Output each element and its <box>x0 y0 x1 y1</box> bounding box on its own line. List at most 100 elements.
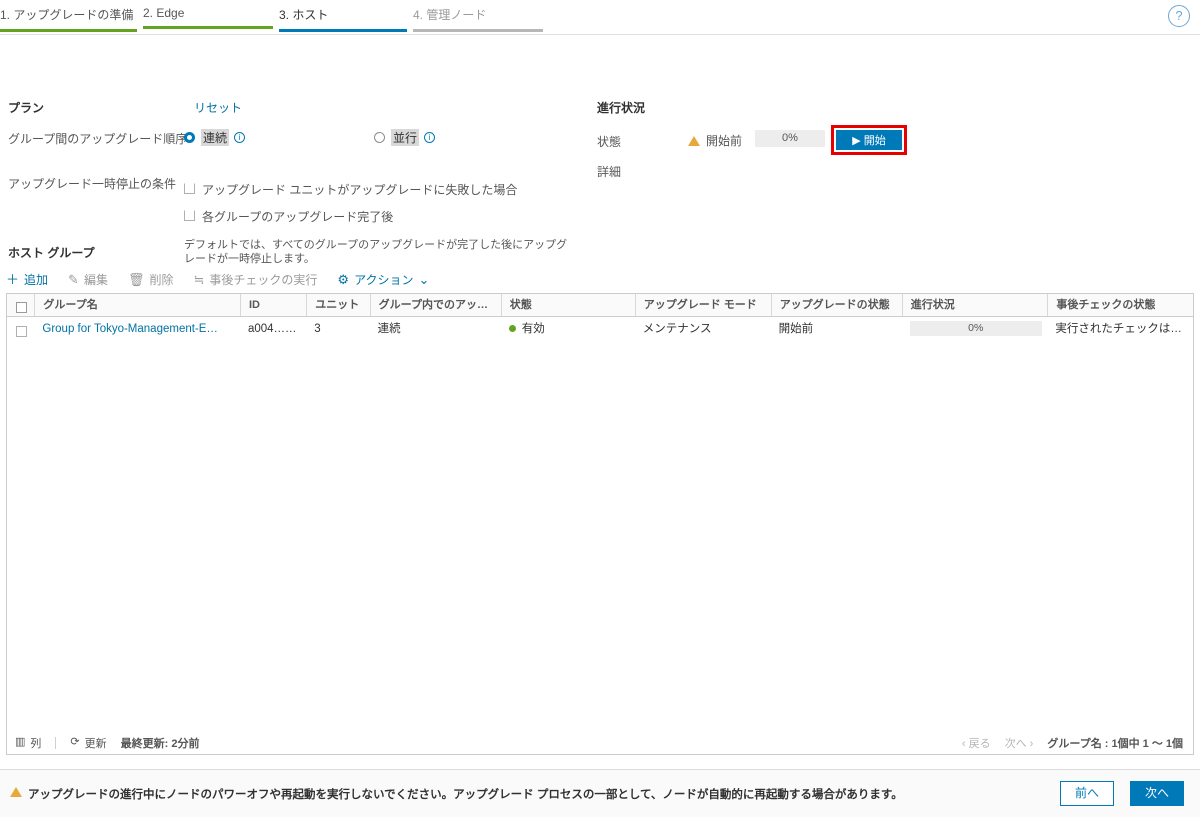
cell-post-check-state: 実行されたチェックは… <box>1055 323 1182 335</box>
tab-underline <box>413 29 543 32</box>
host-groups-title: ホスト グループ <box>8 246 95 260</box>
tab-label: 4. 管理ノード <box>413 8 487 22</box>
warning-triangle-icon <box>688 135 700 146</box>
bottom-warning-text: アップグレードの進行中にノードのパワーオフや再起動を実行しないでください。アップ… <box>28 789 903 801</box>
progress-state-label: 状態 <box>597 135 622 149</box>
add-button[interactable]: ＋ 追加 <box>6 271 48 288</box>
tab-label: 2. Edge <box>143 6 185 20</box>
tab-underline <box>143 26 273 29</box>
radio-option-sequential[interactable]: 連続 i <box>184 129 246 146</box>
column-header-upgrade-mode[interactable]: アップグレード モード <box>634 294 771 316</box>
chevron-down-icon: ⌄ <box>418 272 430 287</box>
actions-menu-label: アクション <box>354 273 414 287</box>
actions-menu-button[interactable]: ⚙ アクション ⌄ <box>337 271 429 288</box>
warning-triangle-icon <box>10 787 22 797</box>
row-progress-bar: 0% <box>909 321 1042 336</box>
progress-state-value: 開始前 <box>688 132 742 149</box>
columns-icon: ▥ <box>15 736 26 748</box>
table-footer-right: ‹ 戻る 次へ › グループ名 : 1個中 1 〜 1個 <box>962 735 1193 751</box>
info-icon[interactable]: i <box>234 132 246 143</box>
select-all-checkbox-cell[interactable] <box>7 294 34 316</box>
wizard-tab-strip: 1. アップグレードの準備 2. Edge 3. ホスト 4. 管理ノード ? <box>0 0 1200 35</box>
tab-underline <box>279 29 407 32</box>
previous-button[interactable]: 前へ <box>1060 781 1114 806</box>
refresh-button-label: 更新 <box>84 737 107 750</box>
pause-conditions-label: アップグレード一時停止の条件 <box>8 177 177 191</box>
last-updated-text: 最終更新: 2分前 <box>120 737 200 750</box>
help-icon[interactable]: ? <box>1168 5 1190 27</box>
select-all-checkbox[interactable] <box>16 302 27 314</box>
progress-detail-label: 詳細 <box>597 165 622 179</box>
bottom-warning-message: アップグレードの進行中にノードのパワーオフや再起動を実行しないでください。アップ… <box>10 786 903 802</box>
host-groups-toolbar: ＋ 追加 ✎ 編集 🗑 削除 ≒ 事後チェックの実行 ⚙ アクション ⌄ <box>6 271 449 288</box>
checkbox-pause-after-each-group[interactable]: 各グループのアップグレード完了後 <box>184 208 393 225</box>
radio-dot-sequential[interactable] <box>184 132 195 143</box>
row-count-text: グループ名 : 1個中 1 〜 1個 <box>1047 737 1183 750</box>
checkbox-box[interactable] <box>184 183 195 194</box>
checkbox-label: 各グループのアップグレード完了後 <box>202 210 394 224</box>
plan-and-progress-region: プラン リセット グループ間のアップグレード順序 連続 i 並行 i アップグレ… <box>0 35 1200 265</box>
default-behavior-note: デフォルトでは、すべてのグループのアップグレードが完了した後にアップグレードが一… <box>184 239 568 265</box>
radio-option-parallel[interactable]: 並行 i <box>374 129 436 146</box>
radio-label-sequential: 連続 <box>201 129 230 146</box>
column-header-state[interactable]: 状態 <box>500 294 635 316</box>
gear-icon: ⚙ <box>337 272 350 287</box>
cell-id: a004…… <box>247 323 297 335</box>
refresh-button[interactable]: ⟳ 更新 <box>70 735 106 751</box>
cell-in-group-order: 連続 <box>377 323 401 335</box>
cell-upgrade-mode: メンテナンス <box>642 323 712 335</box>
delete-button[interactable]: 🗑 削除 <box>128 271 174 288</box>
column-header-group-name[interactable]: グループ名 <box>34 294 240 316</box>
add-button-label: 追加 <box>24 273 49 287</box>
columns-button[interactable]: ▥ 列 <box>15 735 41 751</box>
next-page-button[interactable]: 次へ › <box>1005 735 1034 751</box>
edit-button[interactable]: ✎ 編集 <box>68 271 108 288</box>
tab-edge[interactable]: 2. Edge <box>143 6 273 29</box>
tab-management-node[interactable]: 4. 管理ノード <box>413 6 543 32</box>
row-checkbox[interactable] <box>16 326 27 338</box>
table-row[interactable]: Group for Tokyo-Management-E… a004…… 3 連… <box>7 317 1193 341</box>
footer-divider <box>55 736 57 749</box>
upgrade-order-label: グループ間のアップグレード順序 <box>8 132 188 146</box>
cell-state-text: 有効 <box>521 323 545 335</box>
cell-upgrade-state: 開始前 <box>778 323 814 335</box>
column-header-in-group-order[interactable]: グループ内でのアップグレー… <box>369 294 501 316</box>
tab-underline <box>0 29 137 32</box>
host-groups-table: グループ名 ID ユニット グループ内でのアップグレー… 状態 アップグレード … <box>6 293 1194 755</box>
checkbox-pause-on-failure[interactable]: アップグレード ユニットがアップグレードに失敗した場合 <box>184 181 517 198</box>
column-header-progress[interactable]: 進行状況 <box>901 294 1048 316</box>
run-post-check-label: 事後チェックの実行 <box>209 273 318 287</box>
radio-label-parallel: 並行 <box>391 129 420 146</box>
plan-section-title: プラン <box>8 101 45 115</box>
run-post-check-button[interactable]: ≒ 事後チェックの実行 <box>193 271 317 288</box>
progress-percent-bar: 0% <box>755 130 825 147</box>
start-button[interactable]: ▶ 開始 <box>836 130 902 150</box>
row-checkbox-cell[interactable] <box>7 317 34 341</box>
plus-icon: ＋ <box>6 272 20 287</box>
radio-dot-parallel[interactable] <box>374 132 385 143</box>
info-icon[interactable]: i <box>424 132 436 143</box>
cell-state: 有効 <box>501 317 635 341</box>
column-header-units[interactable]: ユニット <box>306 294 369 316</box>
tab-upgrade-preparation[interactable]: 1. アップグレードの準備 <box>0 6 137 32</box>
column-header-post-check-state[interactable]: 事後チェックの状態 <box>1047 294 1193 316</box>
progress-section-title: 進行状況 <box>597 101 646 115</box>
cell-units: 3 <box>314 323 321 335</box>
checkbox-label: アップグレード ユニットがアップグレードに失敗した場合 <box>202 183 518 197</box>
column-header-upgrade-state[interactable]: アップグレードの状態 <box>770 294 902 316</box>
checkbox-box[interactable] <box>184 210 195 221</box>
edit-button-label: 編集 <box>83 273 108 287</box>
progress-state-text: 開始前 <box>706 134 743 148</box>
previous-page-button[interactable]: ‹ 戻る <box>962 735 991 751</box>
next-button[interactable]: 次へ <box>1130 781 1184 806</box>
pencil-icon: ✎ <box>68 272 79 287</box>
reset-link[interactable]: リセット <box>194 99 242 116</box>
tab-hosts[interactable]: 3. ホスト <box>279 6 407 32</box>
cell-group-name[interactable]: Group for Tokyo-Management-E… <box>34 317 240 341</box>
table-header-row: グループ名 ID ユニット グループ内でのアップグレー… 状態 アップグレード … <box>7 294 1193 317</box>
tab-label: 3. ホスト <box>279 8 329 22</box>
refresh-icon: ⟳ <box>70 736 80 748</box>
column-header-id[interactable]: ID <box>239 294 306 316</box>
table-footer-left: ▥ 列 ⟳ 更新 最終更新: 2分前 <box>7 735 199 751</box>
cell-progress: 0% <box>902 317 1048 341</box>
